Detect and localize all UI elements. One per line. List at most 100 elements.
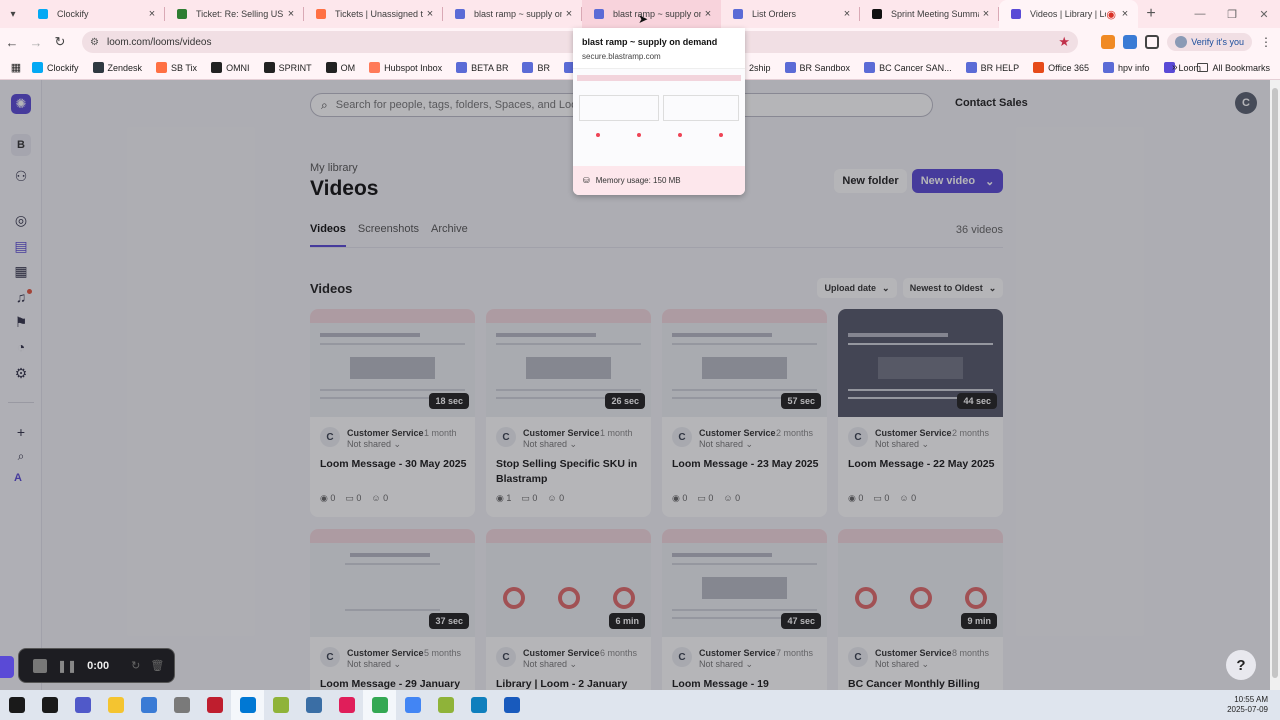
recorder-side-tab[interactable] (0, 656, 14, 678)
bookmark-item[interactable]: Hubspot Inbox (369, 62, 442, 73)
tab-preview-thumbnail (573, 68, 745, 166)
bookmark-item[interactable]: SB Tix (156, 62, 197, 73)
browser-tab[interactable]: Tickets | Unassigned ticke× (304, 0, 443, 28)
windows-taskbar: 10:55 AM 2025-07-09 (0, 690, 1280, 720)
site-info-icon[interactable]: ⚙ (90, 37, 99, 48)
app-icon[interactable] (429, 690, 462, 720)
close-tab-icon[interactable]: × (284, 8, 298, 20)
bookmark-favicon-icon (965, 62, 977, 73)
apps-grid-icon[interactable]: ▦ (0, 61, 32, 74)
browser-menu-icon[interactable]: ⋮ (1260, 35, 1272, 49)
extension-icon[interactable] (1123, 35, 1138, 49)
system-clock[interactable]: 10:55 AM 2025-07-09 (1227, 695, 1268, 715)
restore-icon[interactable]: ❐ (1216, 8, 1248, 21)
extension-icon[interactable] (1101, 35, 1116, 49)
close-tab-icon[interactable]: × (145, 8, 159, 20)
browser-tab[interactable]: List Orders × (721, 0, 860, 28)
bookmark-label: 2ship (749, 62, 771, 73)
bookmark-item[interactable]: Zendesk (92, 62, 142, 73)
word-icon[interactable] (495, 690, 528, 720)
close-tab-icon[interactable]: × (1118, 8, 1132, 20)
edge-icon[interactable] (462, 690, 495, 720)
bookmark-item[interactable]: BR Sandbox (784, 62, 851, 73)
close-tab-icon[interactable]: × (701, 8, 715, 20)
outlook-icon[interactable] (231, 690, 264, 720)
close-tab-icon[interactable]: × (840, 8, 854, 20)
help-button[interactable]: ? (1226, 650, 1256, 680)
bookmark-item[interactable]: Loom (1163, 62, 1201, 73)
memory-usage-label: Memory usage: 150 MB (595, 176, 681, 185)
memory-usage: ⛁ Memory usage: 150 MB (573, 166, 745, 195)
bookmark-star-icon[interactable]: ★ (1058, 34, 1070, 50)
app-icon[interactable] (264, 690, 297, 720)
file-explorer-icon[interactable] (99, 690, 132, 720)
bookmark-favicon-icon (784, 62, 796, 73)
teams-icon[interactable] (66, 690, 99, 720)
tab-hover-card: blast ramp ~ supply on demand secure.bla… (573, 28, 745, 195)
page-scrollbar[interactable] (1270, 80, 1280, 690)
verify-profile-button[interactable]: Verify it's you (1167, 33, 1252, 51)
bookmark-favicon-icon (456, 62, 468, 73)
close-tab-icon[interactable]: × (423, 8, 437, 20)
browser-tab[interactable]: Sprint Meeting Summary× (860, 0, 999, 28)
clock-time: 10:55 AM (1234, 695, 1268, 704)
chrome-icon[interactable] (363, 690, 396, 720)
tab-search-button[interactable]: ▾ (0, 9, 26, 20)
bookmark-label: BR (537, 62, 550, 73)
bookmark-item[interactable]: OM (325, 62, 355, 73)
calculator-icon[interactable] (297, 690, 330, 720)
tab-favicon-icon (594, 9, 604, 19)
tab-title: Clockify (57, 9, 89, 19)
new-tab-button[interactable]: + (1138, 5, 1164, 23)
browser-tab[interactable]: blast ramp ~ supply on de× (582, 0, 721, 28)
chrome-icon[interactable] (396, 690, 429, 720)
app-icon[interactable] (165, 690, 198, 720)
filezilla-icon[interactable] (198, 690, 231, 720)
search-icon[interactable] (33, 690, 66, 720)
close-tab-icon[interactable]: × (979, 8, 993, 20)
bookmarks-overflow-icon[interactable]: » (1172, 62, 1178, 73)
pause-icon[interactable]: ❚❚ (57, 659, 77, 673)
bookmark-item[interactable]: BR HELP (965, 62, 1019, 73)
restart-icon[interactable]: ↻ (131, 659, 140, 672)
bookmark-favicon-icon (156, 62, 168, 73)
tab-title: Tickets | Unassigned ticke (335, 9, 423, 19)
extensions-puzzle-icon[interactable] (1145, 35, 1160, 49)
delete-icon[interactable]: 🗑 (150, 659, 164, 672)
browser-tab[interactable]: Videos | Library | Loo ◉ × (999, 0, 1138, 28)
minimize-icon[interactable]: — (1184, 8, 1216, 20)
bookmark-item[interactable]: BC Cancer SAN... (864, 62, 952, 73)
tab-title: Sprint Meeting Summary (891, 9, 979, 19)
reload-icon[interactable]: ↻ (48, 34, 72, 50)
bookmark-item[interactable]: BETA BR (456, 62, 508, 73)
forward-icon[interactable]: → (24, 35, 48, 50)
windows-start-icon[interactable] (0, 690, 33, 720)
bookmark-item[interactable]: SPRINT (263, 62, 312, 73)
browser-tab[interactable]: Clockify × (26, 0, 165, 28)
bookmark-item[interactable]: Clockify (32, 62, 79, 73)
tab-title: blast ramp ~ supply on de (474, 9, 562, 19)
profile-icon (1175, 36, 1188, 48)
bookmark-item[interactable]: hpv info (1102, 62, 1150, 73)
back-icon[interactable]: ← (0, 35, 24, 50)
bookmark-label: hpv info (1117, 62, 1150, 73)
bookmark-item[interactable]: Office 365 (1033, 62, 1089, 73)
stop-recording-button[interactable] (33, 658, 47, 673)
close-icon[interactable]: ✕ (1248, 8, 1280, 21)
bookmark-favicon-icon (92, 62, 104, 73)
bookmark-item[interactable]: BR (522, 62, 550, 73)
scrollbar-thumb[interactable] (1272, 88, 1278, 678)
bookmark-favicon-icon (32, 62, 43, 73)
all-bookmarks[interactable]: All Bookmarks (1197, 63, 1270, 73)
bookmark-item[interactable]: OMNI (211, 62, 250, 73)
bookmark-label: BR Sandbox (799, 62, 851, 73)
slack-icon[interactable] (330, 690, 363, 720)
browser-tab[interactable]: Ticket: Re: Selling US Inve× (165, 0, 304, 28)
tab-hover-title: blast ramp ~ supply on demand (582, 37, 718, 47)
bookmark-label: SPRINT (278, 62, 312, 73)
close-tab-icon[interactable]: × (562, 8, 576, 20)
app-icon[interactable] (132, 690, 165, 720)
bookmark-favicon-icon (864, 62, 876, 73)
tab-title: blast ramp ~ supply on de (613, 9, 701, 19)
browser-tab[interactable]: blast ramp ~ supply on de× (443, 0, 582, 28)
